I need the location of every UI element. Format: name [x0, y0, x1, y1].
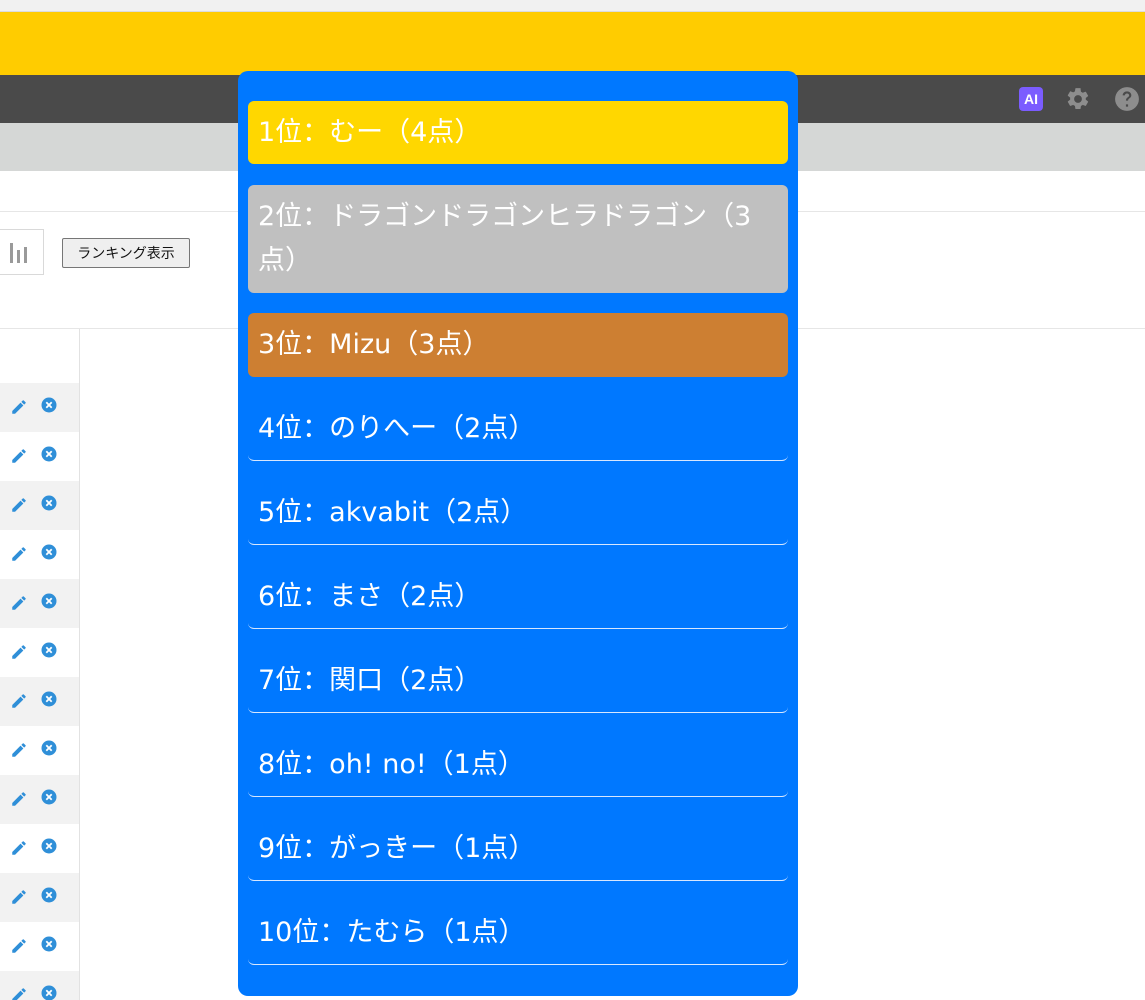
pencil-icon[interactable]: [10, 398, 28, 416]
pencil-icon[interactable]: [10, 692, 28, 710]
remove-icon[interactable]: [41, 642, 57, 658]
pencil-icon[interactable]: [10, 545, 28, 563]
remove-icon[interactable]: [41, 544, 57, 560]
table-row: [0, 481, 79, 530]
remove-icon[interactable]: [41, 887, 57, 903]
table-row: [0, 530, 79, 579]
table-row: [0, 628, 79, 677]
table-row: [0, 971, 79, 1000]
table-row: [0, 873, 79, 922]
remove-icon[interactable]: [41, 691, 57, 707]
remove-icon[interactable]: [41, 838, 57, 854]
ranking-item-4: 4位：のりへー（2点）: [248, 397, 788, 461]
ranking-item-9: 9位：がっきー（1点）: [248, 817, 788, 881]
table-row: [0, 677, 79, 726]
pencil-icon[interactable]: [10, 937, 28, 955]
gear-icon[interactable]: [1065, 86, 1091, 112]
remove-icon[interactable]: [41, 397, 57, 413]
browser-top-border: [0, 0, 1145, 12]
pencil-icon[interactable]: [10, 888, 28, 906]
remove-icon[interactable]: [41, 446, 57, 462]
remove-icon[interactable]: [41, 593, 57, 609]
ranking-item-1: 1位：むー（4点）: [248, 101, 788, 164]
ranking-item-2: 2位：ドラゴンドラゴンヒラドラゴン（3点）: [248, 185, 788, 293]
pencil-icon[interactable]: [10, 839, 28, 857]
ranking-item-3: 3位：Mizu（3点）: [248, 313, 788, 377]
help-icon[interactable]: [1114, 86, 1140, 112]
pencil-icon[interactable]: [10, 447, 28, 465]
ranking-display-button[interactable]: ランキング表示: [62, 238, 190, 268]
table-row: [0, 579, 79, 628]
ai-icon[interactable]: AI: [1019, 87, 1043, 111]
chart-toggle-button[interactable]: [0, 229, 44, 275]
bar-chart-icon: [10, 243, 27, 263]
remove-icon[interactable]: [41, 789, 57, 805]
pencil-icon[interactable]: [10, 594, 28, 612]
table-row: [0, 383, 79, 432]
table-row: [0, 775, 79, 824]
ranking-item-7: 7位：関口（2点）: [248, 649, 788, 713]
ranking-item-8: 8位：oh! no!（1点）: [248, 733, 788, 797]
table-row: [0, 726, 79, 775]
remove-icon[interactable]: [41, 740, 57, 756]
remove-icon[interactable]: [41, 936, 57, 952]
table-row: [0, 824, 79, 873]
pencil-icon[interactable]: [10, 643, 28, 661]
pencil-icon[interactable]: [10, 741, 28, 759]
header-banner: [0, 12, 1145, 75]
table-row: [0, 922, 79, 971]
ranking-popup: 1位：むー（4点） 2位：ドラゴンドラゴンヒラドラゴン（3点） 3位：Mizu（…: [238, 71, 798, 996]
ranking-item-10: 10位：たむら（1点）: [248, 901, 788, 965]
app-page: AI ランキング表示 1位：むー（4点） 2位：ドラゴンドラゴンヒラドラゴン（3…: [0, 0, 1145, 1000]
remove-icon[interactable]: [41, 985, 57, 1000]
pencil-icon[interactable]: [10, 986, 28, 1000]
table-row: [0, 432, 79, 481]
list-header: [0, 329, 79, 383]
remove-icon[interactable]: [41, 495, 57, 511]
pencil-icon[interactable]: [10, 496, 28, 514]
list-rows: [0, 383, 79, 1000]
ranking-item-6: 6位：まさ（2点）: [248, 565, 788, 629]
pencil-icon[interactable]: [10, 790, 28, 808]
ranking-item-5: 5位：akvabit（2点）: [248, 481, 788, 545]
score-list: [0, 329, 80, 1000]
